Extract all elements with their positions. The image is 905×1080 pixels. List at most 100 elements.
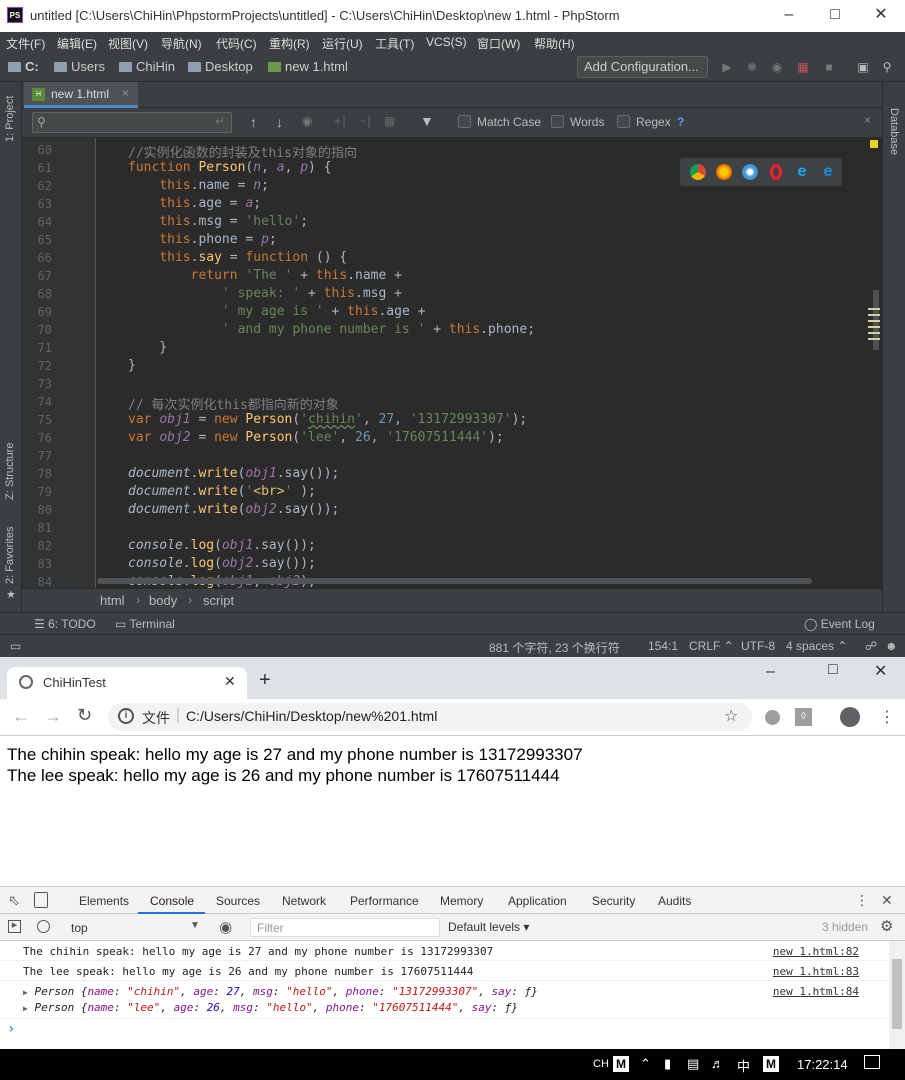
menu-dots-icon[interactable]: ⋮	[879, 707, 895, 727]
info-icon[interactable]: i	[118, 708, 134, 724]
menu-edit[interactable]: 编辑(E)	[57, 35, 97, 52]
ime-mode-icon[interactable]: M	[763, 1056, 779, 1072]
crumb-body[interactable]: body	[149, 593, 177, 608]
line-separator[interactable]: CRLF ⌃	[689, 639, 734, 653]
add-configuration-button[interactable]: Add Configuration...	[577, 56, 708, 78]
clear-console-icon[interactable]	[37, 920, 50, 933]
close-tab-icon[interactable]: ✕	[224, 673, 236, 690]
console-object-row[interactable]: ▶ Person {name: "chihin", age: 27, msg: …	[0, 981, 887, 1019]
cursor-position[interactable]: 154:1	[648, 639, 678, 653]
regex-checkbox[interactable]	[617, 115, 630, 128]
edge-icon[interactable]: e	[820, 164, 836, 180]
tab-console[interactable]: Console	[150, 894, 194, 908]
breadcrumb-desktop[interactable]: Desktop	[188, 59, 253, 74]
warning-marker-icon[interactable]	[870, 140, 878, 148]
hector-icon[interactable]: ☻	[885, 639, 898, 653]
match-case-checkbox[interactable]	[458, 115, 471, 128]
menu-view[interactable]: 视图(V)	[108, 35, 148, 52]
breadcrumb-users[interactable]: Users	[54, 59, 105, 74]
chrome-icon[interactable]	[690, 164, 706, 180]
profile-icon[interactable]: ▦	[796, 60, 810, 74]
address-bar[interactable]: i 文件 | C:/Users/ChiHin/Desktop/new%201.h…	[108, 703, 752, 731]
clock[interactable]: 17:22:14	[797, 1057, 848, 1072]
help-icon[interactable]: ?	[677, 115, 684, 129]
reload-icon[interactable]: ↻	[77, 705, 92, 726]
run-icon[interactable]: ▶	[720, 60, 734, 74]
code-editor[interactable]: 60 61 62 63 64 65 66 67 68 69 70 71 72 73 74 75 76 77 78 79…	[22, 138, 882, 588]
structure-panel-tab[interactable]: Z: Structure	[4, 443, 16, 500]
todo-tab[interactable]: ☰ 6: TODO	[34, 617, 96, 631]
toggle-panels-icon[interactable]: ▭	[10, 639, 21, 653]
console-prompt[interactable]: ›	[7, 1021, 15, 1037]
url-text[interactable]: C:/Users/ChiHin/Desktop/new%201.html	[186, 708, 437, 724]
battery-icon[interactable]: ▮	[664, 1056, 671, 1072]
scrollbar-thumb[interactable]	[892, 959, 902, 1029]
find-all-icon[interactable]: ◉	[302, 114, 312, 128]
chrome-close-button[interactable]: ✕	[874, 661, 887, 681]
back-icon[interactable]: ←	[12, 706, 30, 727]
event-log-tab[interactable]: ◯ Event Log	[804, 617, 875, 631]
tab-memory[interactable]: Memory	[440, 894, 483, 908]
stop-icon[interactable]: ■	[822, 60, 836, 74]
menu-run[interactable]: 运行(U)	[322, 35, 363, 52]
log-levels-dropdown[interactable]: Default levels ▾	[448, 920, 529, 934]
previous-occurrence-icon[interactable]: ↑	[250, 114, 257, 130]
pdf-extension-icon[interactable]: ◊	[795, 708, 812, 726]
menu-vcs[interactable]: VCS(S)	[426, 35, 467, 49]
favorites-panel-tab[interactable]: 2: Favorites	[4, 527, 16, 584]
add-selection-icon[interactable]: +∣	[334, 114, 347, 128]
select-all-icon[interactable]: ▦	[384, 114, 395, 128]
remove-selection-icon[interactable]: −∣	[359, 114, 372, 128]
tab-sources[interactable]: Sources	[216, 894, 260, 908]
crumb-script[interactable]: script	[203, 593, 234, 608]
project-panel-tab[interactable]: 1: Project	[4, 96, 16, 142]
tray-chevron-icon[interactable]: ⌃	[640, 1056, 651, 1072]
notification-center-icon[interactable]	[864, 1055, 880, 1069]
crumb-html[interactable]: html	[100, 593, 125, 608]
menu-refactor[interactable]: 重构(R)	[269, 35, 310, 52]
filter-icon[interactable]: ▼	[420, 113, 434, 129]
tab-audits[interactable]: Audits	[658, 894, 691, 908]
menu-help[interactable]: 帮助(H)	[534, 35, 575, 52]
internet-explorer-icon[interactable]: e	[794, 164, 810, 180]
close-tab-icon[interactable]: ×	[122, 86, 129, 100]
new-tab-button[interactable]: +	[259, 669, 271, 692]
menu-tools[interactable]: 工具(T)	[375, 35, 414, 52]
breadcrumb-drive[interactable]: C:	[8, 59, 39, 74]
ime-indicator[interactable]: CH	[593, 1058, 609, 1070]
words-option[interactable]: Words	[551, 115, 604, 129]
log-source-link[interactable]: new 1.html:84	[773, 985, 859, 998]
lock-icon[interactable]: ☍	[865, 639, 877, 653]
profile-avatar-icon[interactable]	[840, 707, 860, 727]
words-checkbox[interactable]	[551, 115, 564, 128]
editor-tab-new1[interactable]: H new 1.html ×	[24, 82, 138, 108]
close-button[interactable]: ✕	[858, 0, 904, 32]
forward-icon[interactable]: →	[44, 706, 62, 727]
tab-application[interactable]: Application	[508, 894, 567, 908]
indent-setting[interactable]: 4 spaces ⌃	[786, 639, 847, 653]
sidebar-toggle-icon[interactable]: ▶	[8, 920, 21, 933]
search-everywhere-icon[interactable]: ⚲	[880, 60, 894, 74]
inspect-icon[interactable]: ⬁	[8, 892, 20, 909]
safari-icon[interactable]	[742, 164, 758, 180]
match-case-option[interactable]: Match Case	[458, 115, 541, 129]
project-structure-icon[interactable]: ▣	[856, 60, 870, 74]
close-find-icon[interactable]: ×	[864, 113, 871, 127]
find-input[interactable]: ⚲ ↵	[32, 112, 232, 133]
object-log-2[interactable]: ▶ Person {name: "lee", age: 26, msg: "he…	[23, 1001, 518, 1014]
debug-icon[interactable]: ❋	[745, 60, 759, 74]
tab-performance[interactable]: Performance	[350, 894, 419, 908]
opera-icon[interactable]	[770, 164, 782, 180]
menu-window[interactable]: 窗口(W)	[477, 35, 520, 52]
breadcrumb-file[interactable]: new 1.html	[268, 59, 348, 74]
maximize-button[interactable]: □	[812, 0, 858, 32]
log-source-link[interactable]: new 1.html:82	[773, 945, 859, 958]
settings-gear-icon[interactable]: ⚙	[880, 917, 893, 935]
newline-icon[interactable]: ↵	[215, 114, 225, 128]
console-scrollbar[interactable]	[889, 941, 905, 1049]
eye-icon[interactable]: ◉	[219, 918, 232, 936]
context-selector[interactable]: top ▼	[60, 914, 210, 941]
terminal-tab[interactable]: ▭ Terminal	[115, 617, 175, 631]
minimize-button[interactable]: –	[766, 0, 812, 32]
menu-file[interactable]: 文件(F)	[6, 35, 45, 52]
